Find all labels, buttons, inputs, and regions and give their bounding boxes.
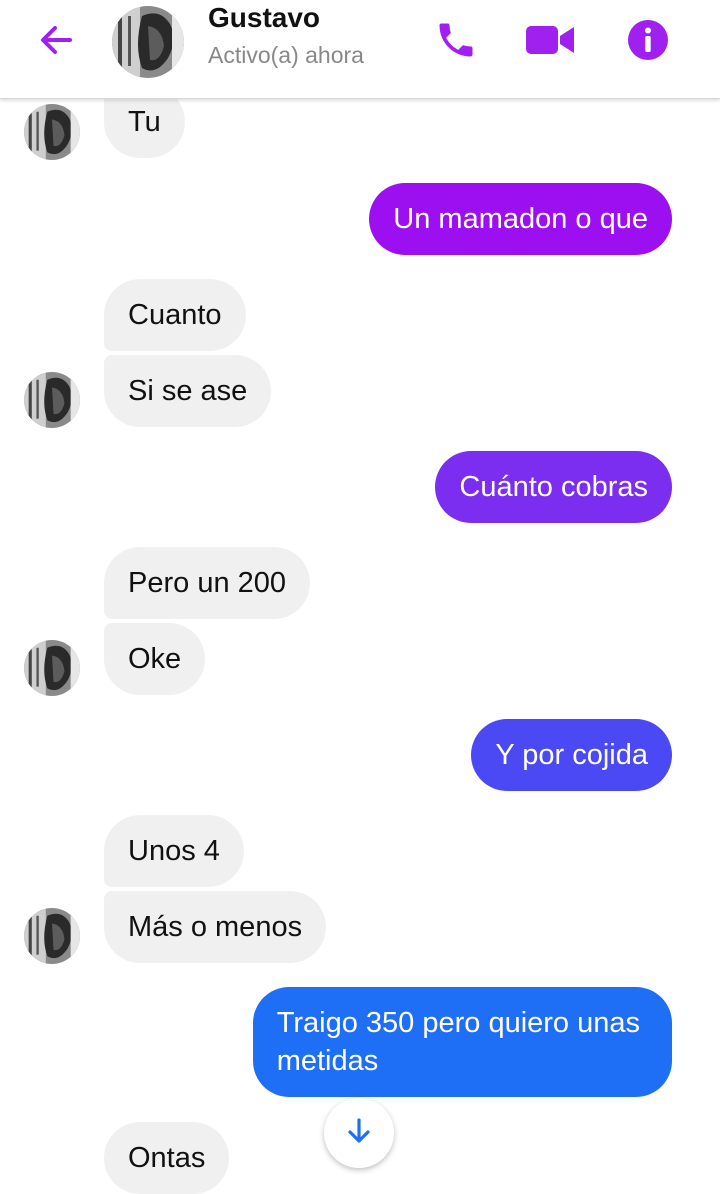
- outgoing-message[interactable]: Traigo 350 pero quiero unas metidas: [252, 987, 672, 1097]
- phone-icon: [434, 18, 478, 67]
- chat-header: Gustavo Activo(a) ahora: [0, 0, 720, 99]
- incoming-message[interactable]: Cuanto: [104, 279, 246, 351]
- outgoing-message[interactable]: Cuánto cobras: [435, 451, 672, 523]
- scroll-to-bottom-button[interactable]: [324, 1098, 394, 1168]
- outgoing-message[interactable]: Un mamadon o que: [369, 183, 672, 255]
- arrow-left-icon: [36, 20, 76, 65]
- video-call-button[interactable]: [526, 18, 574, 66]
- call-button[interactable]: [432, 18, 480, 66]
- incoming-message[interactable]: Ontas: [104, 1122, 230, 1194]
- sender-avatar[interactable]: [24, 104, 80, 160]
- outgoing-message[interactable]: Y por cojida: [471, 719, 672, 791]
- incoming-message[interactable]: Pero un 200: [104, 547, 311, 619]
- contact-status: Activo(a) ahora: [208, 42, 364, 68]
- info-button[interactable]: [624, 18, 672, 66]
- back-button[interactable]: [28, 20, 84, 64]
- arrow-down-icon: [344, 1116, 374, 1151]
- contact-avatar[interactable]: [112, 6, 184, 78]
- info-icon: [626, 18, 670, 67]
- sender-avatar[interactable]: [24, 908, 80, 964]
- incoming-message[interactable]: Si se ase: [104, 355, 272, 427]
- sender-avatar[interactable]: [24, 640, 80, 696]
- message-line: metidas: [276, 1045, 379, 1077]
- message-line: Traigo 350 pero quiero unas: [276, 1007, 640, 1039]
- incoming-message[interactable]: Oke: [104, 623, 206, 695]
- incoming-message[interactable]: Más o menos: [104, 891, 327, 963]
- incoming-message[interactable]: Unos 4: [104, 815, 244, 887]
- video-camera-icon: [524, 20, 576, 65]
- sender-avatar[interactable]: [24, 372, 80, 428]
- contact-name[interactable]: Gustavo: [208, 2, 320, 34]
